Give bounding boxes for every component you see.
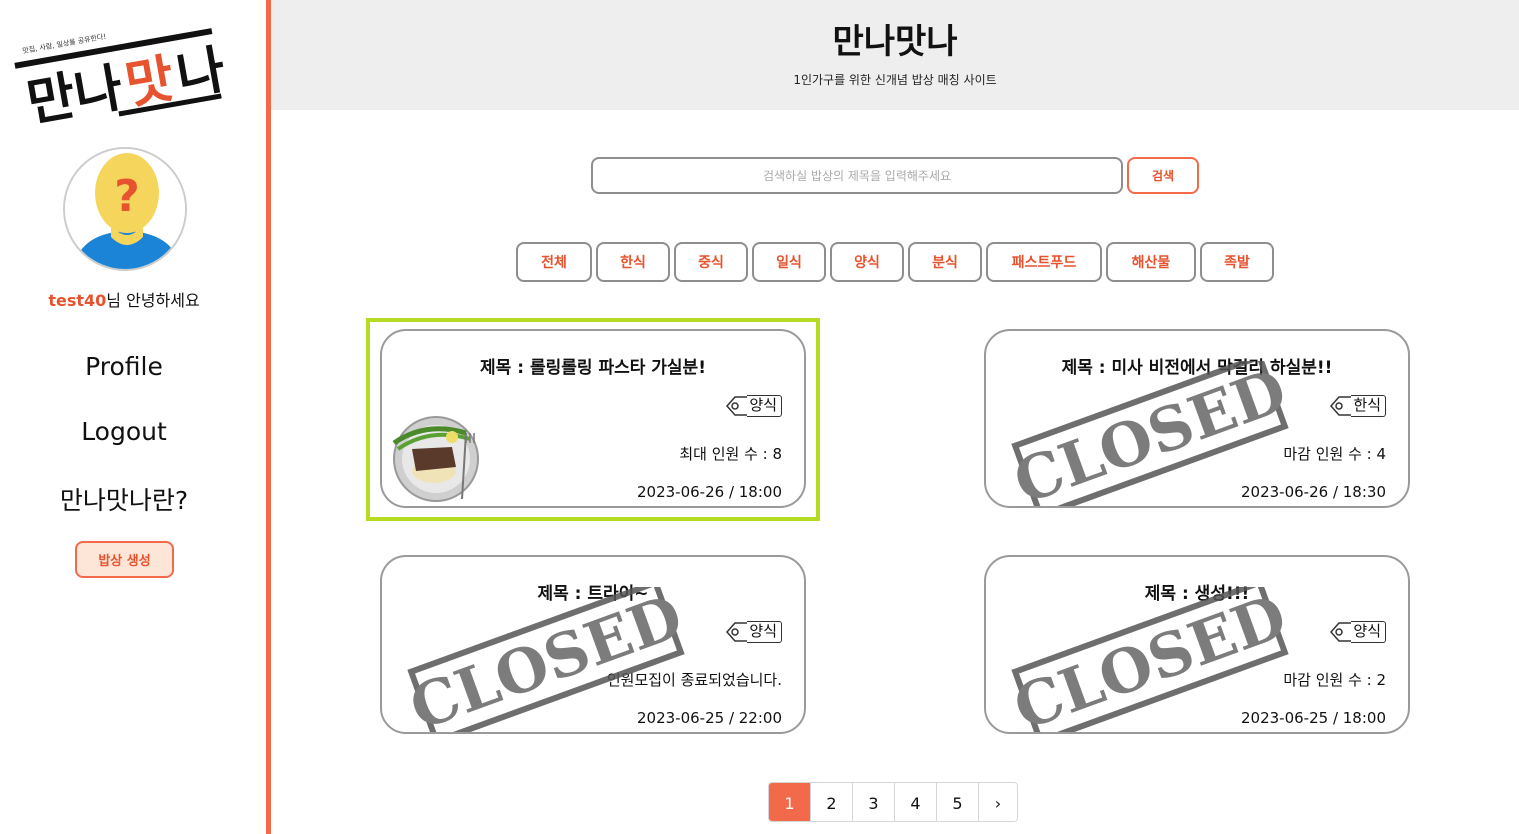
card-status: 인원모집이 종료되었습니다. (606, 671, 782, 689)
header: 만나맛나 1인가구를 위한 신개념 밥상 매칭 사이트 (271, 0, 1519, 110)
sidebar: 맛집, 사람, 일상을 공유한다! 만나 맛 나 ? test40님 안녕하세요… (0, 0, 266, 834)
card-title: 제목 : 미사 비전에서 막걸리 하실분!! (1061, 358, 1333, 378)
category-western-button[interactable]: 양식 (830, 242, 904, 282)
svg-text:?: ? (114, 171, 140, 222)
tag-icon (725, 395, 748, 417)
tag-icon (725, 621, 748, 643)
card-title: 제목 : 생성!!! (1144, 584, 1250, 604)
svg-text:만나: 만나 (23, 58, 128, 134)
card-capacity: 마감 인원 수 : 2 (1283, 671, 1386, 689)
category-tag: 양식 (725, 395, 782, 417)
nav-profile-link[interactable]: Profile (0, 352, 248, 381)
page-1-button[interactable]: 1 (769, 783, 811, 821)
category-tag: 양식 (1329, 621, 1386, 643)
username: test40 (48, 291, 107, 310)
logo-image: 맛집, 사람, 일상을 공유한다! 만나 맛 나 (14, 28, 230, 134)
avatar: ? (63, 147, 187, 271)
card-datetime: 2023-06-25 / 18:00 (1241, 709, 1386, 727)
category-jokbal-button[interactable]: 족발 (1200, 242, 1274, 282)
category-tag: 양식 (725, 621, 782, 643)
search-input[interactable] (591, 157, 1123, 194)
category-seafood-button[interactable]: 해산물 (1106, 242, 1196, 282)
tag-label: 양식 (747, 621, 782, 643)
search-button[interactable]: 검색 (1127, 157, 1199, 194)
tag-label: 양식 (747, 395, 782, 417)
card-title: 제목 : 롤링롤링 파스타 가실분! (480, 358, 706, 378)
nav-logout-link[interactable]: Logout (0, 417, 248, 446)
category-korean-button[interactable]: 한식 (596, 242, 670, 282)
greeting-suffix: 님 안녕하세요 (106, 291, 200, 310)
pagination: 1 2 3 4 5 › (768, 782, 1018, 822)
tag-label: 양식 (1351, 621, 1386, 643)
logo[interactable]: 맛집, 사람, 일상을 공유한다! 만나 맛 나 (12, 14, 236, 134)
page-5-button[interactable]: 5 (937, 783, 979, 821)
meal-card[interactable]: 제목 : 트라이~ 양식 인원모집이 종료되었습니다. 2023-06-25 /… (380, 555, 806, 734)
meal-card[interactable]: 제목 : 미사 비전에서 막걸리 하실분!! 한식 마감 인원 수 : 4 20… (984, 329, 1410, 508)
category-fastfood-button[interactable]: 패스트푸드 (986, 242, 1102, 282)
card-capacity: 최대 인원 수 : 8 (679, 445, 782, 463)
card-datetime: 2023-06-26 / 18:30 (1241, 483, 1386, 501)
nav-about-link[interactable]: 만나맛나란? (0, 481, 248, 517)
page-2-button[interactable]: 2 (811, 783, 853, 821)
sidebar-divider (266, 0, 271, 834)
card-datetime: 2023-06-26 / 18:00 (637, 483, 782, 501)
next-page-button[interactable]: › (979, 783, 1017, 821)
category-chinese-button[interactable]: 중식 (674, 242, 748, 282)
tag-label: 한식 (1351, 395, 1386, 417)
salmon-dish-icon (392, 416, 479, 502)
meal-card[interactable]: 제목 : 생성!!! 양식 마감 인원 수 : 2 2023-06-25 / 1… (984, 555, 1410, 734)
category-japanese-button[interactable]: 일식 (752, 242, 826, 282)
page-subtitle: 1인가구를 위한 신개념 밥상 매칭 사이트 (793, 73, 997, 87)
create-table-button[interactable]: 밥상 생성 (75, 541, 174, 578)
meal-card[interactable]: 제목 : 롤링롤링 파스타 가실분! 양식 최대 인원 수 : 8 2023-0… (380, 329, 806, 508)
page-3-button[interactable]: 3 (853, 783, 895, 821)
page-title: 만나맛나 (832, 22, 958, 62)
tag-icon (1329, 621, 1352, 643)
category-tag: 한식 (1329, 395, 1386, 417)
default-avatar-icon: ? (65, 149, 185, 269)
card-capacity: 마감 인원 수 : 4 (1283, 445, 1386, 463)
page-4-button[interactable]: 4 (895, 783, 937, 821)
greeting: test40님 안녕하세요 (0, 287, 248, 311)
category-all-button[interactable]: 전체 (516, 242, 592, 282)
food-image (390, 403, 486, 503)
card-datetime: 2023-06-25 / 22:00 (637, 709, 782, 727)
card-title: 제목 : 트라이~ (537, 584, 649, 604)
category-snack-button[interactable]: 분식 (908, 242, 982, 282)
tag-icon (1329, 395, 1352, 417)
